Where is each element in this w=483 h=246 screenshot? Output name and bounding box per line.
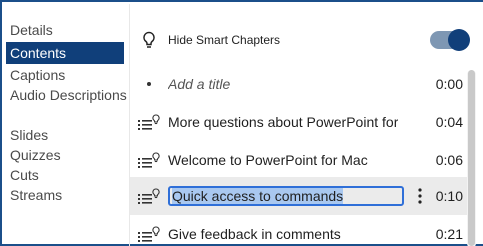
chapter-title[interactable]: More questions about PowerPoint for bbox=[168, 114, 398, 130]
hide-smart-chapters-toggle[interactable] bbox=[430, 29, 470, 51]
smart-chapter-icon bbox=[130, 188, 168, 204]
chapter-title-input[interactable]: Quick access to commands bbox=[168, 186, 404, 206]
chapter-row[interactable]: More questions about PowerPoint for 0:04 bbox=[130, 103, 467, 141]
chapters-pane: Hide Smart Chapters Add a title 0:00 Mor… bbox=[130, 4, 483, 246]
chapter-row[interactable]: Add a title 0:00 bbox=[130, 65, 467, 103]
more-options-icon[interactable] bbox=[418, 188, 422, 209]
smart-chapter-icon bbox=[130, 152, 168, 168]
hide-smart-chapters-row: Hide Smart Chapters bbox=[130, 21, 467, 59]
sidebar-item-details[interactable]: Details bbox=[6, 22, 128, 42]
sidebar-item-slides[interactable]: Slides bbox=[6, 127, 128, 147]
chapter-time: 0:00 bbox=[435, 76, 463, 92]
selected-title-text: Quick access to commands bbox=[172, 188, 344, 204]
sidebar-item-quizzes[interactable]: Quizzes bbox=[6, 147, 128, 167]
chapter-row[interactable]: Welcome to PowerPoint for Mac 0:06 bbox=[130, 141, 467, 179]
scrollbar-thumb[interactable] bbox=[468, 70, 475, 246]
sidebar-item-cuts[interactable]: Cuts bbox=[6, 167, 128, 187]
chapter-title[interactable]: Give feedback in comments bbox=[168, 226, 398, 242]
sidebar-item-streams[interactable]: Streams bbox=[6, 187, 128, 207]
chapter-time: 0:21 bbox=[435, 226, 463, 242]
sidebar-item-contents[interactable]: Contents bbox=[6, 42, 124, 64]
lightbulb-icon bbox=[130, 31, 168, 49]
bullet-icon bbox=[130, 81, 168, 87]
scrollbar-track[interactable] bbox=[467, 70, 476, 246]
toggle-knob bbox=[448, 29, 470, 51]
add-title-placeholder[interactable]: Add a title bbox=[168, 76, 398, 92]
chapter-time: 0:06 bbox=[435, 152, 463, 168]
chapter-row[interactable]: Give feedback in comments 0:21 bbox=[130, 215, 467, 246]
sidebar-nav: Details Contents Captions Audio Descript… bbox=[6, 22, 128, 207]
smart-chapter-icon bbox=[130, 114, 168, 130]
contents-panel: Details Contents Captions Audio Descript… bbox=[0, 0, 483, 246]
chapter-time: 0:10 bbox=[435, 188, 463, 204]
sidebar-item-audio-descriptions[interactable]: Audio Descriptions bbox=[6, 87, 128, 127]
smart-chapter-icon bbox=[130, 226, 168, 242]
chapter-row-selected[interactable]: Quick access to commands 0:10 bbox=[130, 177, 467, 215]
sidebar-item-captions[interactable]: Captions bbox=[6, 67, 128, 87]
hide-smart-chapters-label: Hide Smart Chapters bbox=[168, 33, 281, 47]
chapter-time: 0:04 bbox=[435, 114, 463, 130]
chapter-title[interactable]: Welcome to PowerPoint for Mac bbox=[168, 152, 398, 168]
